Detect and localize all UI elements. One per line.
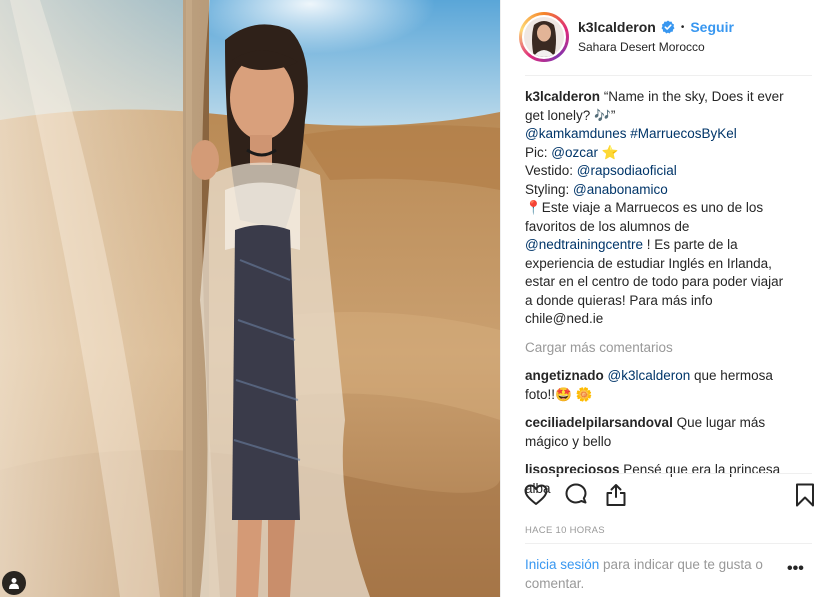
caption-dress-line: Vestido: @rapsodiaoficial [525,162,793,181]
comment-username[interactable]: lisospreciosos [525,462,620,477]
heart-icon[interactable] [523,482,549,508]
actions-divider [525,473,812,474]
login-link[interactable]: Inicia sesión [525,557,599,572]
caption-body-line-3: @nedtrainingcentre ! Es parte de la [525,236,793,255]
post-timestamp[interactable]: HACE 10 HORAS [525,525,605,536]
comment-text: Que lugar más [672,415,766,430]
verified-badge-icon [661,20,675,34]
post-side-panel: k3lcalderon • Seguir Sahara Desert Moroc… [500,0,817,597]
comment-line: ceciliadelpilarsandoval Que lugar más [525,414,793,433]
caption-line-1: k3lcalderon “Name in the sky, Does it ev… [525,88,793,107]
login-divider [525,543,812,544]
caption-body-line-5: estar en el centro de todo para poder vi… [525,274,784,289]
instagram-post: k3lcalderon • Seguir Sahara Desert Moroc… [0,0,817,597]
comment-item: angetiznado @k3lcalderon que hermosa fot… [525,367,793,404]
star-emoji: ⭐ [601,144,619,160]
action-bar [523,482,817,512]
follow-button[interactable]: Seguir [690,19,734,35]
caption-body-line-2: favoritos de los alumnos de [525,218,690,234]
comment-mention[interactable]: @k3lcalderon [608,368,691,383]
more-options-button[interactable]: ••• [787,560,807,580]
share-icon[interactable] [603,482,629,508]
header-username[interactable]: k3lcalderon [578,19,656,35]
comment-line: angetiznado @k3lcalderon que hermosa [525,367,793,386]
comment-text: que hermosa [690,368,773,383]
caption-body-text-3: ! Es parte de la [643,237,738,252]
caption-username[interactable]: k3lcalderon [525,89,600,104]
caption-hashtags[interactable]: @kamkamdunes #MarruecosByKel [525,125,793,144]
header-divider [525,75,812,76]
comment-username[interactable]: ceciliadelpilarsandoval [525,415,673,430]
pic-label: Pic: [525,144,552,160]
caption-body-line-6: a donde quieras! Para más info [525,292,713,308]
tagged-user-icon[interactable] [2,571,26,595]
comment-username[interactable]: angetiznado [525,368,604,383]
location-link[interactable]: Sahara Desert Morocco [578,40,705,54]
comment-text: Pensé que era la princesa [619,462,781,477]
comment-item: ceciliadelpilarsandoval Que lugar más má… [525,414,793,451]
load-more-comments-button[interactable]: Cargar más comentarios [525,339,793,358]
caption-text: “Name in the sky, Does it ever [603,89,784,104]
ned-mention[interactable]: @nedtrainingcentre [525,237,643,252]
dress-mention[interactable]: @rapsodiaoficial [577,163,677,178]
comment-line: lisospreciosos Pensé que era la princesa [525,461,793,480]
post-header: k3lcalderon • Seguir Sahara Desert Moroc… [501,0,817,76]
styling-mention[interactable]: @anabonamico [573,182,668,197]
caption-styling-line: Styling: @anabonamico [525,181,793,200]
person-icon [9,578,19,589]
caption-pic-line: Pic: @ozcar ⭐ [525,144,793,163]
comments-section: k3lcalderon “Name in the sky, Does it ev… [525,88,793,498]
comment-text-cont: mágico y bello [525,433,612,449]
caption-body-line-7: chile@ned.ie [525,311,604,326]
caption-line-2: get lonely? 🎶” [525,107,616,123]
avatar-image [524,17,564,57]
separator-dot: • [680,21,685,33]
bookmark-icon[interactable] [792,482,817,508]
login-prompt: Inicia sesión para indicar que te gusta … [525,555,785,593]
comment-text-cont: foto!!🤩 🌼 [525,386,593,402]
dress-label: Vestido: [525,163,577,178]
post-photo[interactable] [0,0,500,597]
story-ring[interactable] [519,12,569,62]
speech-bubble-icon[interactable] [563,482,589,508]
avatar[interactable] [522,15,566,59]
caption-body-line-1: 📍Este viaje a Marruecos es uno de los [525,200,764,215]
styling-label: Styling: [525,181,574,197]
desert-portrait-illustration [0,0,500,597]
pic-mention[interactable]: @ozcar [551,145,598,160]
caption-body-line-4: experiencia de estudiar Inglés en Irland… [525,255,772,271]
header-title-row: k3lcalderon • Seguir [578,19,734,35]
